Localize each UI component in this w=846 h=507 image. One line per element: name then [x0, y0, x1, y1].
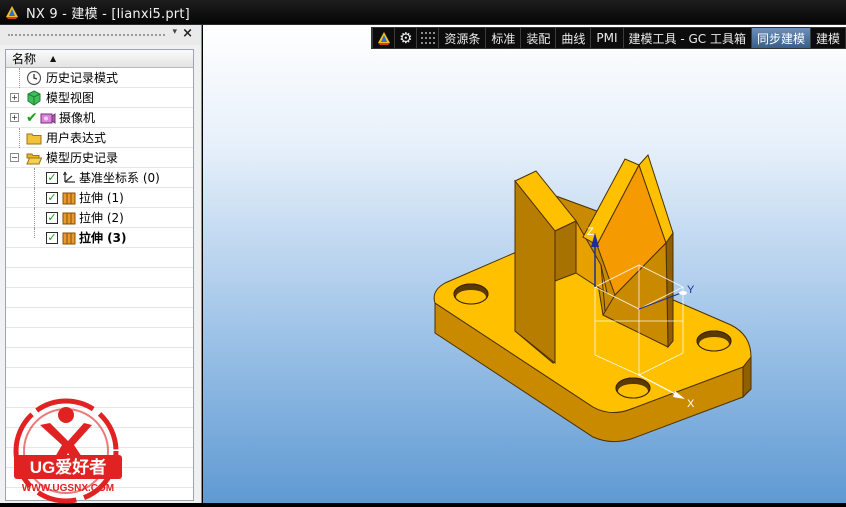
tree-item-label: 模型历史记录	[46, 151, 119, 165]
tree-item-extrude-2[interactable]: ✓ 拉伸 (2)	[6, 208, 193, 228]
tree-item-label: 拉伸 (1)	[79, 191, 124, 205]
empty-row	[6, 348, 193, 368]
tree-item-label: 用户表达式	[46, 131, 107, 145]
part-model[interactable]: Z Y X	[203, 25, 846, 503]
tree-item-label: 摄像机	[59, 111, 96, 125]
pin-dropdown-icon[interactable]: ▾	[172, 27, 177, 37]
tree-item-model-views[interactable]: + 模型视图	[6, 88, 193, 108]
expand-icon[interactable]: +	[10, 93, 19, 102]
clock-icon	[26, 70, 42, 85]
empty-row	[6, 248, 193, 268]
watermark-brand: UG爱好者	[30, 457, 107, 477]
empty-row	[6, 268, 193, 288]
tree-item-label: 历史记录模式	[46, 71, 119, 85]
axis-y-label: Y	[687, 284, 695, 296]
tree-item-label: 模型视图	[46, 91, 95, 105]
empty-row	[6, 288, 193, 308]
empty-row	[6, 328, 193, 348]
graphics-viewport[interactable]: ⚙ 资源条 标准 装配 曲线 PMI 建模工具 - GC 工具箱 同步建模 建模	[203, 25, 846, 503]
tree-item-camera[interactable]: + ✔ 摄像机	[6, 108, 193, 128]
close-icon[interactable]: ×	[182, 26, 193, 41]
ug-watermark-logo: UG爱好者 WWW.UGSNX.COM	[13, 398, 122, 504]
feature-checkbox[interactable]: ✓	[46, 171, 58, 184]
axis-z-label: Z	[587, 226, 594, 238]
tree-item-history-mode[interactable]: 历史记录模式	[6, 68, 193, 88]
tree-item-extrude-3[interactable]: ✓ 拉伸 (3)	[6, 228, 193, 248]
expand-icon[interactable]: +	[10, 113, 19, 122]
folder-icon	[26, 133, 42, 144]
tree-item-label: 基准坐标系 (0)	[79, 171, 160, 185]
tree-connector	[34, 188, 35, 208]
tree-item-label: 拉伸 (3)	[79, 231, 127, 245]
window-titlebar: NX 9 - 建模 - [lianxi5.prt]	[0, 0, 846, 25]
datum-csys-icon	[63, 171, 75, 183]
tree-item-label: 拉伸 (2)	[79, 211, 124, 225]
tree-connector	[34, 228, 35, 238]
extrude-icon	[62, 212, 76, 224]
empty-row	[6, 368, 193, 388]
watermark-url: WWW.UGSNX.COM	[22, 483, 114, 494]
empty-row	[6, 308, 193, 328]
tree-item-user-expressions[interactable]: 用户表达式	[6, 128, 193, 148]
tree-item-extrude-1[interactable]: ✓ 拉伸 (1)	[6, 188, 193, 208]
feature-checkbox[interactable]: ✓	[46, 191, 58, 204]
extrude-icon	[62, 232, 76, 244]
nx-logo-icon	[6, 6, 18, 19]
feature-checkbox[interactable]: ✓	[46, 211, 58, 224]
part-navigator-panel: ▾ × 名称 ▲ 历史记录模式 + 模型视图 + ✔ 摄像机 用户表达式 − 模…	[0, 25, 202, 504]
name-column-header[interactable]: 名称 ▲	[6, 50, 193, 68]
tree-connector	[34, 168, 35, 188]
tree-item-model-history[interactable]: − 模型历史记录	[6, 148, 193, 168]
axis-x-label: X	[687, 398, 695, 410]
tree-item-datum-csys[interactable]: ✓ 基准坐标系 (0)	[6, 168, 193, 188]
feature-checkbox[interactable]: ✓	[46, 231, 58, 244]
window-title: NX 9 - 建模 - [lianxi5.prt]	[26, 6, 190, 22]
collapse-icon[interactable]: −	[10, 153, 19, 162]
tree-connector	[19, 128, 20, 148]
panel-header[interactable]: ▾ ×	[0, 25, 201, 45]
camera-icon	[40, 112, 56, 124]
column-header-label: 名称	[12, 52, 37, 66]
extrude-icon	[62, 192, 76, 204]
cube-view-icon	[27, 89, 41, 106]
folder-open-icon	[26, 153, 42, 164]
panel-grip[interactable]	[8, 34, 165, 36]
sort-ascending-icon[interactable]: ▲	[50, 54, 56, 63]
tree-connector	[34, 208, 35, 228]
tree-connector	[19, 68, 20, 88]
